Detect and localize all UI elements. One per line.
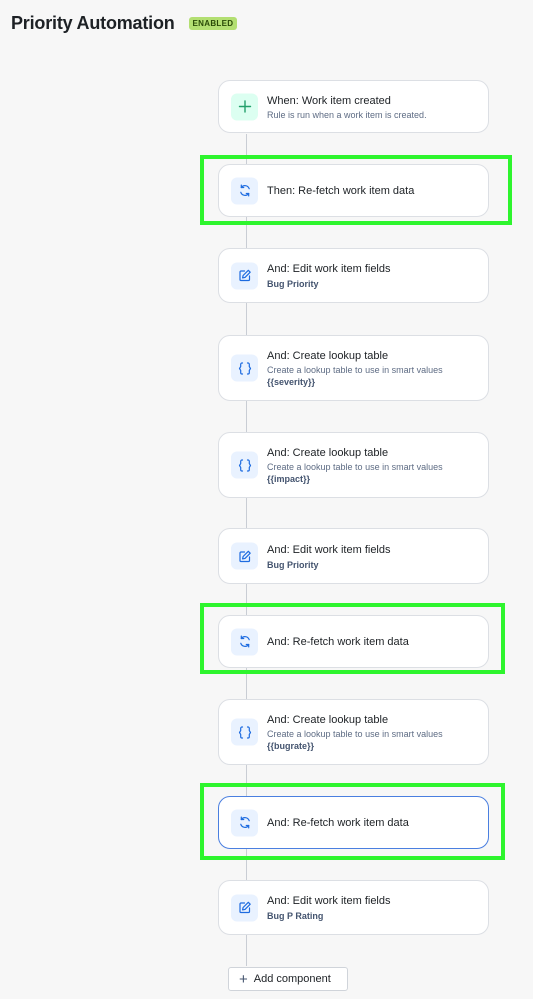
braces-icon — [231, 354, 258, 382]
add-component-label: Add component — [253, 973, 331, 985]
step-title: And: Create lookup table — [267, 447, 389, 459]
rule-step-edit-fields[interactable]: And: Edit work item fields Bug P Rating — [218, 880, 489, 935]
status-badge: ENABLED — [188, 17, 238, 30]
plus-icon — [231, 93, 258, 120]
step-field-value: Bug P Rating — [267, 911, 324, 921]
rule-step-lookup-table[interactable]: And: Create lookup table Create a lookup… — [218, 335, 489, 401]
rule-step-lookup-table[interactable]: And: Create lookup table Create a lookup… — [218, 432, 489, 498]
braces-icon — [231, 718, 258, 746]
add-component-button[interactable]: + Add component — [228, 967, 348, 991]
step-title: And: Edit work item fields — [267, 263, 391, 275]
step-field-value: {{impact}} — [267, 474, 311, 484]
step-title: And: Edit work item fields — [267, 544, 391, 556]
rule-step-refetch[interactable]: And: Re-fetch work item data — [218, 615, 489, 668]
rule-step-trigger[interactable]: When: Work item created Rule is run when… — [218, 80, 489, 133]
step-title: And: Re-fetch work item data — [267, 817, 409, 829]
step-title: And: Create lookup table — [267, 714, 389, 726]
rule-header: Priority Automation ENABLED — [11, 13, 238, 34]
step-title: And: Re-fetch work item data — [267, 636, 409, 648]
page-title: Priority Automation — [11, 13, 175, 33]
rule-step-refetch-selected[interactable]: And: Re-fetch work item data — [218, 796, 489, 849]
edit-icon — [231, 542, 258, 570]
refresh-icon — [231, 809, 258, 836]
step-subtitle: Create a lookup table to use in smart va… — [267, 462, 443, 472]
automation-rule-page: Priority Automation ENABLED When: Work i… — [0, 0, 533, 999]
rule-step-lookup-table[interactable]: And: Create lookup table Create a lookup… — [218, 699, 489, 765]
step-subtitle: Rule is run when a work item is created. — [267, 110, 427, 120]
step-title: And: Edit work item fields — [267, 895, 391, 907]
refresh-icon — [231, 177, 258, 204]
step-subtitle: Create a lookup table to use in smart va… — [267, 729, 443, 739]
edit-icon — [231, 262, 258, 289]
edit-icon — [231, 894, 258, 921]
step-field-value: Bug Priority — [267, 560, 319, 570]
step-title: When: Work item created — [267, 95, 391, 107]
step-field-value: {{severity}} — [267, 377, 316, 387]
step-subtitle: Create a lookup table to use in smart va… — [267, 365, 443, 375]
refresh-icon — [231, 628, 258, 655]
rule-step-edit-fields[interactable]: And: Edit work item fields Bug Priority — [218, 248, 489, 303]
step-title: And: Create lookup table — [267, 350, 389, 362]
step-field-value: {{bugrate}} — [267, 741, 315, 751]
plus-icon: + — [239, 970, 248, 988]
step-title: Then: Re-fetch work item data — [267, 185, 415, 197]
braces-icon — [231, 451, 258, 479]
step-field-value: Bug Priority — [267, 279, 319, 289]
rule-step-refetch[interactable]: Then: Re-fetch work item data — [218, 164, 489, 217]
rule-step-edit-fields[interactable]: And: Edit work item fields Bug Priority — [218, 528, 489, 584]
